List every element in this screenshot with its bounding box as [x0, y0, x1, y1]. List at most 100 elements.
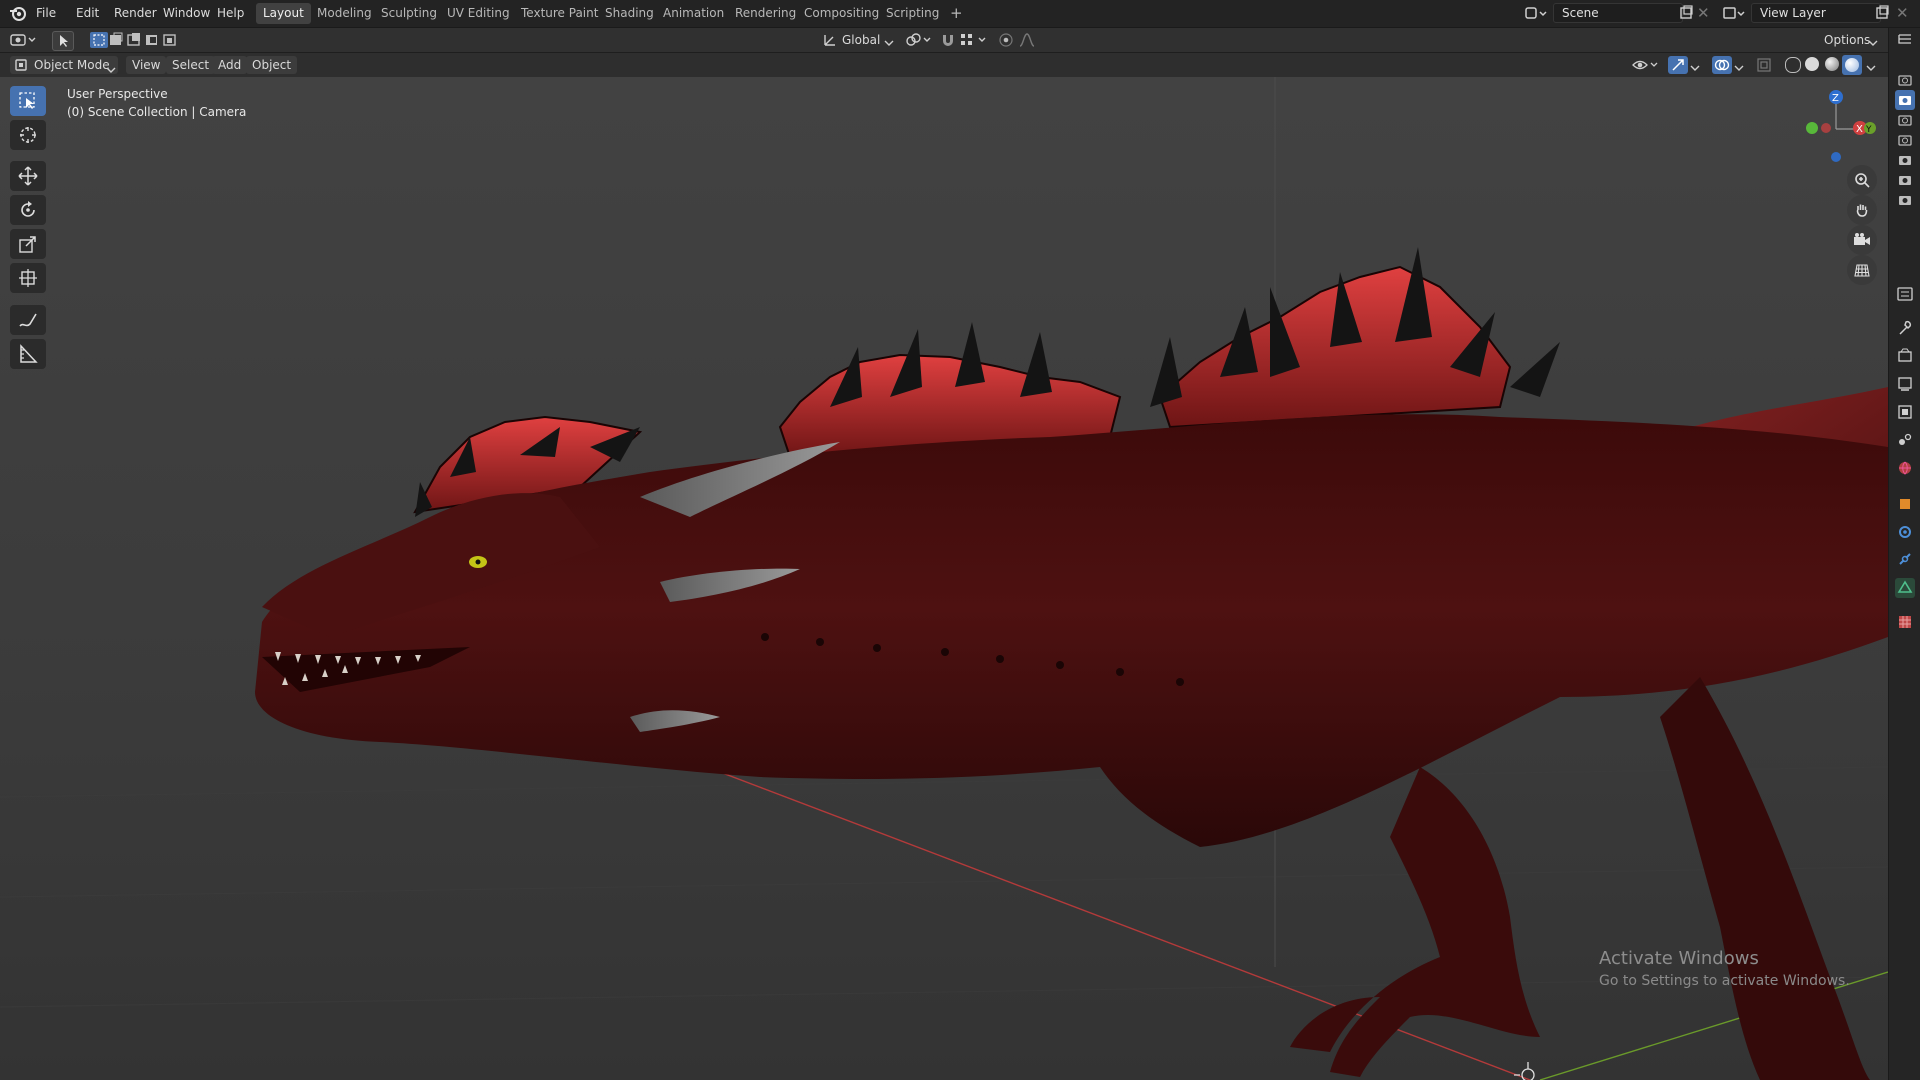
menu-help[interactable]: Help	[211, 4, 250, 22]
tab-scripting[interactable]: Scripting	[879, 3, 946, 24]
selection-mode-set-icon[interactable]	[90, 32, 182, 51]
tab-animation[interactable]: Animation	[656, 3, 731, 24]
tool-settings-icon[interactable]	[1895, 318, 1915, 338]
hand-icon	[1854, 202, 1870, 221]
pan-button[interactable]	[1847, 195, 1877, 225]
3d-viewport[interactable]: User Perspective (0) Scene Collection | …	[0, 77, 1888, 1080]
transform-orientation-icon	[822, 32, 838, 51]
scene-properties-icon[interactable]	[1895, 430, 1915, 450]
activate-windows-subtitle: Go to Settings to activate Windows.	[1599, 973, 1850, 989]
top-bar: File Edit Render Window Help Layout Mode…	[0, 0, 1920, 28]
object-mode-icon	[14, 58, 28, 77]
render-camera-icon[interactable]	[1895, 70, 1915, 90]
select-box-tool[interactable]	[10, 86, 46, 116]
wireframe-shading-icon[interactable]	[1785, 57, 1801, 73]
output-properties-icon[interactable]	[1895, 374, 1915, 394]
tab-shading[interactable]: Shading	[598, 3, 661, 24]
visibility-icon[interactable]	[1632, 57, 1662, 76]
camera-icon[interactable]	[1895, 130, 1915, 150]
chevron-down-icon	[1868, 36, 1878, 50]
object-properties-icon[interactable]	[1895, 494, 1915, 514]
tab-compositing[interactable]: Compositing	[797, 3, 886, 24]
properties-sidebar	[1888, 28, 1920, 1080]
object-menu[interactable]: Object	[246, 56, 298, 74]
outliner-icon[interactable]	[1897, 32, 1913, 51]
overlays-toggle-icon[interactable]	[1712, 56, 1732, 74]
view-layer-selector-icon[interactable]	[1722, 5, 1746, 24]
render-properties-icon[interactable]	[1895, 346, 1915, 366]
falloff-curve-icon[interactable]	[1018, 32, 1042, 51]
editor-type-icon[interactable]	[10, 32, 40, 51]
move-tool[interactable]	[10, 161, 46, 191]
dragon-leg	[1290, 767, 1540, 1077]
scene-selector-icon[interactable]	[1524, 5, 1548, 24]
chevron-down-icon[interactable]	[1866, 61, 1876, 75]
viewport-collection-label: (0) Scene Collection | Camera	[67, 105, 247, 119]
cursor-tool[interactable]	[10, 120, 46, 150]
blender-logo-icon[interactable]	[9, 5, 27, 24]
neg-x-axis-handle	[1821, 123, 1831, 133]
camera-active-icon[interactable]	[1895, 90, 1915, 110]
transform-tool[interactable]	[10, 263, 46, 293]
material-properties-icon[interactable]	[1895, 612, 1915, 632]
measure-tool[interactable]	[10, 339, 46, 369]
menu-file[interactable]: File	[30, 4, 62, 22]
gizmo-toggle-icon[interactable]	[1668, 56, 1688, 74]
active-tool-icon[interactable]	[52, 31, 74, 51]
properties-editor-icon[interactable]	[1895, 284, 1915, 304]
add-menu[interactable]: Add	[212, 56, 248, 74]
data-properties-icon[interactable]	[1895, 578, 1915, 598]
add-workspace-button[interactable]: +	[943, 3, 970, 24]
camera-icon[interactable]	[1895, 170, 1915, 190]
view-layer-name-field[interactable]: View Layer	[1751, 3, 1881, 23]
chevron-down-icon[interactable]	[1734, 61, 1744, 75]
delete-scene-icon[interactable]: ✕	[1697, 4, 1710, 22]
navigation-gizmo[interactable]: Z X Y	[1792, 77, 1888, 173]
svg-text:Y: Y	[1865, 125, 1872, 135]
zoom-icon	[1854, 172, 1870, 191]
select-menu[interactable]: Select	[166, 56, 216, 74]
scene-render	[0, 77, 1888, 1080]
pivot-point-icon[interactable]	[905, 32, 935, 51]
material-preview-icon[interactable]	[1825, 57, 1839, 71]
snap-increment-icon[interactable]	[960, 32, 990, 51]
object-mode-dropdown[interactable]: Object Mode	[10, 56, 118, 74]
menu-edit[interactable]: Edit	[70, 4, 105, 22]
proportional-editing-icon[interactable]	[998, 32, 1014, 51]
tab-uv-editing[interactable]: UV Editing	[440, 3, 517, 24]
delete-view-layer-icon[interactable]: ✕	[1896, 4, 1909, 22]
chevron-down-icon[interactable]	[1690, 61, 1700, 75]
rendered-shading-icon[interactable]	[1842, 55, 1862, 75]
menu-window[interactable]: Window	[157, 4, 216, 22]
new-view-layer-icon[interactable]	[1874, 5, 1890, 24]
new-scene-icon[interactable]	[1678, 5, 1694, 24]
camera-icon[interactable]	[1895, 150, 1915, 170]
viewport-header: Object Mode View Select Add Object	[0, 53, 1888, 77]
view-layer-properties-icon[interactable]	[1895, 402, 1915, 422]
menu-render[interactable]: Render	[108, 4, 163, 22]
camera-icon[interactable]	[1895, 190, 1915, 210]
solid-shading-icon[interactable]	[1805, 57, 1819, 71]
camera-view-button[interactable]	[1847, 225, 1877, 255]
snap-toggle-icon[interactable]	[940, 32, 956, 51]
tab-sculpting[interactable]: Sculpting	[374, 3, 444, 24]
tab-layout[interactable]: Layout	[256, 3, 311, 24]
constraint-properties-icon[interactable]	[1895, 550, 1915, 570]
view-menu[interactable]: View	[126, 56, 167, 74]
scale-tool[interactable]	[10, 229, 46, 259]
neg-z-axis-handle	[1831, 152, 1841, 162]
tab-modeling[interactable]: Modeling	[310, 3, 379, 24]
scene-name-field[interactable]: Scene	[1553, 3, 1683, 23]
tab-rendering[interactable]: Rendering	[728, 3, 803, 24]
svg-text:X: X	[1856, 124, 1863, 135]
camera-icon[interactable]	[1895, 110, 1915, 130]
rotate-tool[interactable]	[10, 195, 46, 225]
ortho-toggle-button[interactable]	[1847, 255, 1877, 285]
modifier-properties-icon[interactable]	[1895, 522, 1915, 542]
annotate-tool[interactable]	[10, 305, 46, 335]
world-properties-icon[interactable]	[1895, 458, 1915, 478]
tab-texture-paint[interactable]: Texture Paint	[514, 3, 605, 24]
viewport-perspective-label: User Perspective	[67, 87, 168, 101]
xray-toggle-icon[interactable]	[1756, 57, 1772, 76]
zoom-button[interactable]	[1847, 165, 1877, 195]
